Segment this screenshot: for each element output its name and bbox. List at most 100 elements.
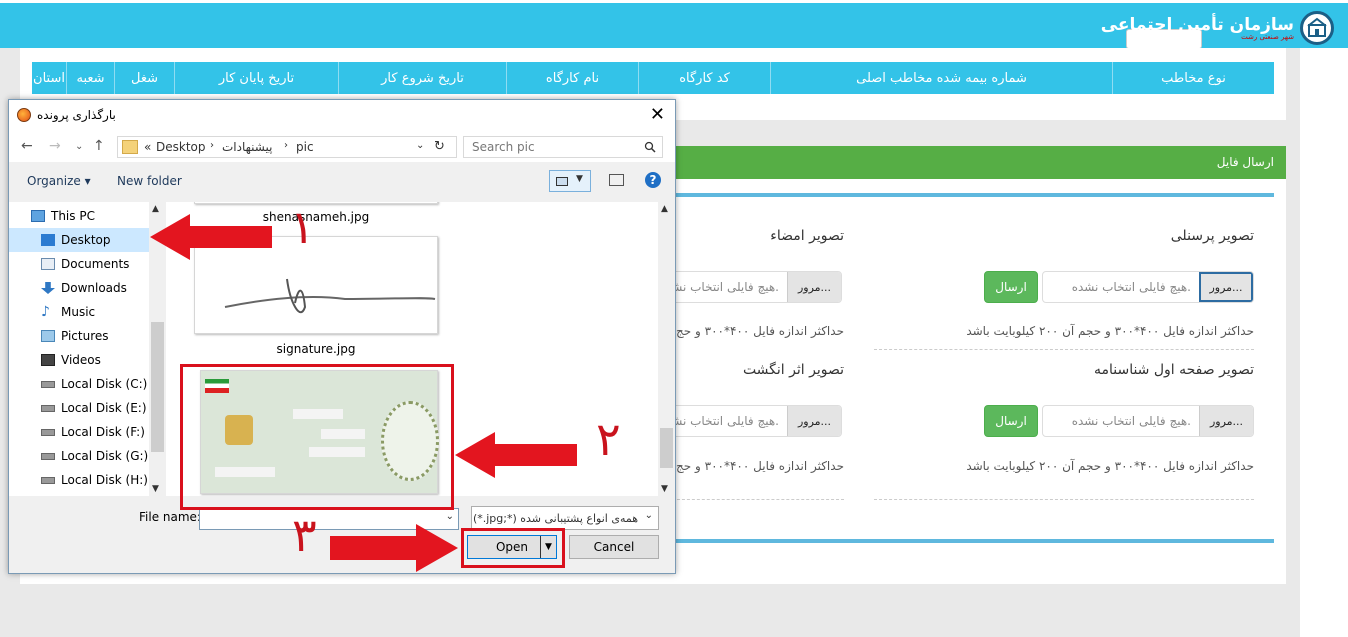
chevron-down-icon[interactable]: ⌄ bbox=[446, 511, 454, 522]
file-name-signature[interactable]: signature.jpg bbox=[194, 342, 438, 356]
file-type-select[interactable]: (*.jpg;*) همه‌ی انواع پشتیبانی شده ⌄ bbox=[471, 506, 659, 530]
drive-icon bbox=[41, 428, 55, 436]
nav-item-videos[interactable]: Videos bbox=[9, 348, 149, 372]
scrollbar-thumb[interactable] bbox=[151, 322, 164, 452]
birth-cert-hint: حداکثر اندازه فایل ۴۰۰*۳۰۰ و حجم آن ۲۰۰ … bbox=[966, 459, 1254, 473]
scrollbar-thumb[interactable] bbox=[660, 428, 673, 468]
arrow-1-icon bbox=[150, 214, 272, 260]
dialog-navigation-bar: ← → ⌄ ↑ « Desktop › پیشنهادات › pic ⌄ ↻ … bbox=[9, 132, 675, 162]
file-type-value: (*.jpg;*) همه‌ی انواع پشتیبانی شده bbox=[472, 511, 638, 525]
address-bar[interactable]: « Desktop › پیشنهادات › pic ⌄ ↻ bbox=[117, 136, 457, 158]
folder-icon bbox=[122, 140, 138, 154]
refresh-icon[interactable]: ↻ bbox=[434, 139, 445, 154]
chevron-down-icon[interactable]: ▼ bbox=[661, 484, 668, 494]
music-icon: ♪ bbox=[41, 304, 50, 320]
personal-photo-browse-button[interactable]: مرور... bbox=[1199, 272, 1253, 302]
nav-item-music[interactable]: ♪ Music bbox=[9, 300, 149, 324]
file-pane-scrollbar[interactable]: ▲ ▼ bbox=[658, 202, 675, 496]
search-icon bbox=[644, 141, 656, 153]
computer-icon bbox=[31, 210, 45, 222]
navigation-pane: This PC Desktop Documents Downloads ♪ Mus… bbox=[9, 202, 149, 496]
help-icon[interactable]: ? bbox=[645, 172, 661, 188]
step-2-label: ۲ bbox=[596, 412, 621, 466]
nav-item-local-disk-c[interactable]: Local Disk (C:) bbox=[9, 372, 149, 396]
col-contact-type: نوع مخاطب bbox=[1112, 62, 1274, 94]
birth-cert-browse-button[interactable]: مرور... bbox=[1199, 406, 1253, 436]
preview-pane-icon[interactable] bbox=[609, 174, 624, 186]
breadcrumb-suggestions[interactable]: پیشنهادات bbox=[222, 140, 272, 154]
nav-item-downloads[interactable]: Downloads bbox=[9, 276, 149, 300]
fingerprint-hint: حداکثر اندازه فایل ۴۰۰*۳۰۰ و حج bbox=[676, 459, 844, 473]
personal-photo-placeholder: هیچ فایلی انتخاب نشده. bbox=[1071, 280, 1191, 294]
fingerprint-label: تصویر اثر انگشت bbox=[742, 362, 844, 378]
nav-item-local-disk-e[interactable]: Local Disk (E:) bbox=[9, 396, 149, 420]
large-icons-view-icon bbox=[556, 177, 568, 186]
divider bbox=[672, 499, 844, 500]
col-branch: شعبه bbox=[66, 62, 114, 94]
highlight-id-card-file bbox=[180, 364, 454, 510]
personal-photo-send-button[interactable]: ارسال bbox=[984, 271, 1038, 303]
dialog-close-button[interactable]: ✕ bbox=[650, 104, 665, 125]
organize-menu[interactable]: Organize ▾ bbox=[27, 174, 91, 188]
birth-cert-label: تصویر صفحه اول شناسنامه bbox=[1093, 362, 1254, 378]
drive-icon bbox=[41, 452, 55, 460]
back-arrow-icon[interactable]: ← bbox=[21, 138, 33, 154]
site-logo[interactable]: سازمان تأمین اجتماعی شهر صنعتی رشت bbox=[1101, 9, 1334, 47]
download-icon bbox=[41, 282, 55, 294]
col-insured-number: شماره بیمه شده مخاطب اصلی bbox=[770, 62, 1112, 94]
drive-icon bbox=[41, 476, 55, 484]
breadcrumb-desktop[interactable]: Desktop bbox=[156, 140, 206, 154]
nav-item-local-disk-f[interactable]: Local Disk (F:) bbox=[9, 420, 149, 444]
chevron-up-icon[interactable]: ▲ bbox=[661, 204, 668, 214]
pictures-icon bbox=[41, 330, 55, 342]
drive-icon bbox=[41, 404, 55, 412]
col-workshop-name: نام کارگاه bbox=[506, 62, 638, 94]
arrow-3-icon bbox=[330, 524, 458, 572]
logo-title: سازمان تأمین اجتماعی bbox=[1100, 15, 1294, 35]
divider bbox=[874, 349, 1254, 350]
drive-icon bbox=[41, 380, 55, 388]
col-workshop-code: کد کارگاه bbox=[638, 62, 770, 94]
nav-item-documents[interactable]: Documents bbox=[9, 252, 149, 276]
step-1-label: ۱ bbox=[290, 200, 315, 254]
logo-emblem-icon bbox=[1300, 11, 1334, 45]
signature-placeholder: هیچ فایلی انتخاب نشده. bbox=[659, 280, 779, 294]
col-start-date: تاریخ شروع کار bbox=[338, 62, 506, 94]
fingerprint-placeholder: هیچ فایلی انتخاب نشده. bbox=[659, 414, 779, 428]
chevron-down-icon[interactable]: ▼ bbox=[152, 484, 159, 494]
personal-photo-label: تصویر پرسنلی bbox=[1170, 228, 1254, 244]
chevron-down-icon: ▼ bbox=[576, 174, 583, 184]
breadcrumb-pic[interactable]: pic bbox=[296, 140, 314, 154]
birth-cert-file-input[interactable]: مرور... هیچ فایلی انتخاب نشده. bbox=[1042, 405, 1254, 437]
nav-item-local-disk-g[interactable]: Local Disk (G:) bbox=[9, 444, 149, 468]
forward-arrow-icon[interactable]: → bbox=[49, 138, 61, 154]
signature-hint: حداکثر اندازه فایل ۴۰۰*۳۰۰ و حج bbox=[676, 324, 844, 338]
search-box[interactable]: Search pic bbox=[463, 136, 663, 158]
col-province: استان bbox=[33, 70, 65, 86]
signature-browse-button[interactable]: مرور... bbox=[787, 272, 841, 302]
firefox-icon bbox=[17, 108, 31, 122]
documents-icon bbox=[41, 258, 55, 270]
nav-item-pictures[interactable]: Pictures bbox=[9, 324, 149, 348]
new-folder-button[interactable]: New folder bbox=[117, 174, 182, 188]
shenasnameh-thumbnail[interactable] bbox=[194, 202, 438, 204]
chevron-down-icon[interactable]: ⌄ bbox=[75, 141, 83, 152]
nav-item-this-pc[interactable]: This PC bbox=[9, 204, 149, 228]
table-header: نوع مخاطب شماره بیمه شده مخاطب اصلی کد ک… bbox=[32, 62, 1274, 94]
dialog-title: بارگذاری پرونده bbox=[37, 108, 116, 122]
cancel-button[interactable]: Cancel bbox=[569, 535, 659, 559]
birth-cert-send-button[interactable]: ارسال bbox=[984, 405, 1038, 437]
page-scrollbar[interactable] bbox=[1300, 48, 1348, 637]
signature-label: تصویر امضاء bbox=[770, 228, 844, 244]
nav-item-local-disk-h[interactable]: Local Disk (H:) bbox=[9, 468, 149, 492]
breadcrumb-overflow[interactable]: « bbox=[144, 140, 151, 154]
dialog-titlebar[interactable]: بارگذاری پرونده ✕ bbox=[9, 100, 675, 132]
fingerprint-browse-button[interactable]: مرور... bbox=[787, 406, 841, 436]
chevron-down-icon[interactable]: ⌄ bbox=[416, 140, 424, 151]
dialog-toolbar: Organize ▾ New folder ▼ ? bbox=[9, 166, 675, 196]
breadcrumb-separator-icon: › bbox=[284, 140, 288, 151]
personal-photo-file-input[interactable]: مرور... هیچ فایلی انتخاب نشده. bbox=[1042, 271, 1254, 303]
view-options-button[interactable]: ▼ bbox=[549, 170, 591, 192]
nav-item-desktop[interactable]: Desktop bbox=[9, 228, 149, 252]
up-arrow-icon[interactable]: ↑ bbox=[93, 138, 105, 154]
